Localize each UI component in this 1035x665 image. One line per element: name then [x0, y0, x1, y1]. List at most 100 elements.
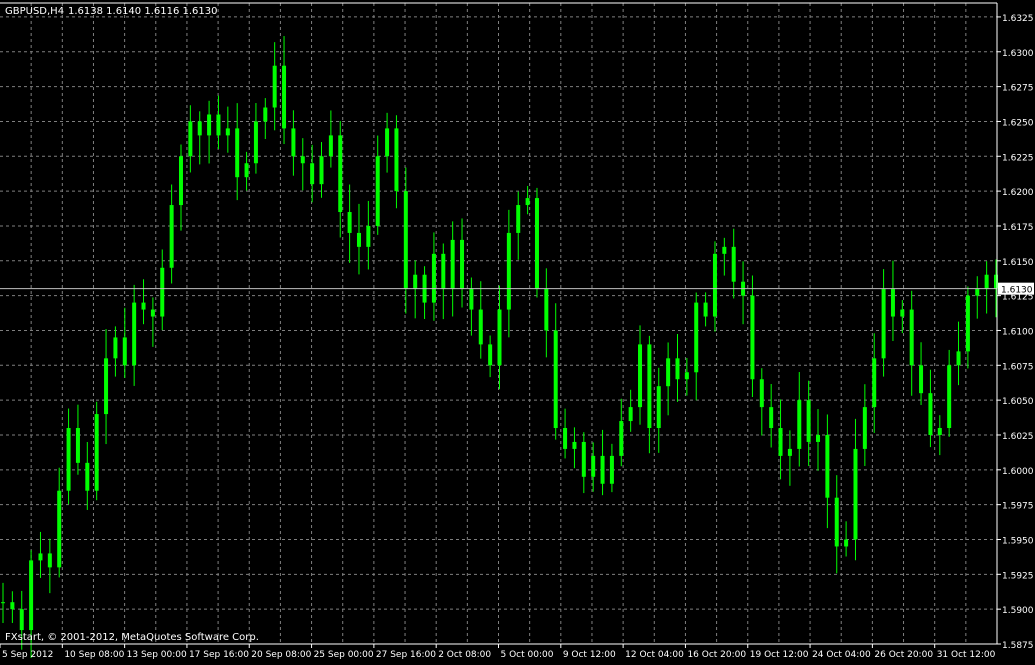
candle-body [431, 253, 436, 303]
price-tick-label: 1.6000 [1002, 467, 1034, 477]
candle-body [909, 309, 914, 366]
candle-body [10, 602, 15, 610]
candle-body [469, 288, 474, 310]
candle-body [844, 539, 849, 547]
price-tick-label: 1.6200 [1002, 188, 1034, 198]
candle-body [638, 344, 643, 408]
price-chart[interactable]: 1.6130 1.6325 1.6300 1.6275 1.6250 1.6225 1.6… [0, 0, 1035, 661]
candle-body [544, 288, 549, 331]
price-tick-label: 1.5900 [1002, 606, 1034, 616]
time-tick-label: 16 Oct 20:00 [687, 650, 746, 660]
price-tick-label: 1.6175 [1002, 223, 1034, 233]
symbol-label: GBPUSD,H4 [5, 6, 64, 17]
time-tick-label: 20 Sep 08:00 [251, 650, 311, 660]
time-tick-label: 5 Sep 2012 [2, 650, 53, 660]
candle-body [712, 253, 717, 317]
candle-body [385, 128, 390, 157]
price-tick-label: 1.5925 [1002, 571, 1034, 581]
candle-body [928, 393, 933, 435]
candle-body [553, 330, 558, 429]
candle-body [441, 253, 446, 289]
candle-body [534, 198, 539, 289]
candle-body [291, 128, 296, 157]
candle-body [85, 462, 90, 491]
candle-body [816, 434, 821, 442]
time-tick-label: 13 Sep 00:00 [127, 650, 187, 660]
candle-body [572, 441, 577, 449]
candle-body [122, 337, 127, 366]
candle-body [19, 609, 24, 631]
time-tick-label: 17 Sep 16:00 [189, 650, 249, 660]
candle-body [1, 602, 5, 604]
candle-body [188, 121, 193, 157]
price-tick-label: 1.6300 [1002, 49, 1034, 59]
candle-body [694, 302, 699, 373]
price-tick-label: 1.5875 [1002, 641, 1034, 651]
candle-body [197, 121, 202, 136]
candle-body [47, 553, 52, 568]
time-tick-label: 5 Oct 00:00 [501, 650, 554, 660]
ohlc-label: 1.6138 1.6140 1.6116 1.6130 [68, 6, 218, 17]
candle-body [366, 225, 371, 247]
candle-body [375, 156, 380, 226]
candle-body [722, 246, 727, 254]
price-tick-label: 1.6275 [1002, 84, 1034, 94]
candle-body [328, 135, 333, 157]
time-tick-label: 26 Oct 20:00 [874, 650, 933, 660]
candle-body [778, 428, 783, 456]
candle-body [497, 309, 502, 366]
candle-body [272, 65, 277, 108]
candle-body [684, 372, 689, 380]
candle-body [984, 274, 989, 289]
candle-body [216, 114, 221, 136]
candle-body [66, 428, 71, 491]
candle-body [253, 121, 258, 164]
candle-body [169, 205, 174, 268]
time-tick-label: 31 Oct 12:00 [937, 650, 996, 660]
chart-svg[interactable]: 1.6130 1.63251.63001.62751.62501.62251.6… [0, 0, 1035, 661]
candle-body [965, 295, 970, 352]
candle-body [881, 288, 886, 359]
candle-body [356, 232, 361, 247]
candle-body [769, 407, 774, 429]
candle [94, 401, 99, 501]
candle-body [525, 198, 530, 206]
price-tick-label: 1.6150 [1002, 258, 1034, 268]
candle-body [609, 455, 614, 484]
candle-body [488, 344, 493, 366]
candle-body [57, 490, 62, 568]
price-tick-label: 1.5950 [1002, 536, 1034, 546]
candle-body [647, 344, 652, 429]
candle-body [787, 448, 792, 456]
price-tick-label: 1.6075 [1002, 362, 1034, 372]
candle-body [900, 309, 905, 317]
candle-body [890, 288, 895, 317]
candle-body [656, 386, 661, 429]
candle-body [937, 428, 942, 435]
copyright-text: FXstart, © 2001-2012, MetaQuotes Softwar… [5, 632, 259, 643]
candle-body [263, 107, 268, 122]
candle [534, 187, 539, 298]
price-tick-label: 1.5975 [1002, 502, 1034, 512]
candle-body [619, 421, 624, 456]
candle-body [450, 239, 455, 289]
price-tick-label: 1.6250 [1002, 118, 1034, 128]
time-tick-label: 9 Oct 12:00 [563, 650, 616, 660]
candle-body [731, 246, 736, 282]
time-tick-label: 2 Oct 08:00 [438, 650, 491, 660]
time-tick-label: 27 Sep 16:00 [376, 650, 436, 660]
candle-body [94, 414, 99, 491]
candle-body [75, 428, 80, 463]
candle-body [478, 309, 483, 345]
candle-body [703, 302, 708, 317]
candle-body [581, 441, 586, 477]
time-tick-label: 25 Sep 00:00 [314, 650, 374, 660]
candle-body [591, 455, 596, 477]
price-tick-label: 1.6050 [1002, 397, 1034, 407]
candle-body [160, 267, 165, 317]
candle-body [338, 135, 343, 213]
candle-body [225, 128, 230, 136]
candle-body [759, 379, 764, 408]
price-tick-label: 1.6025 [1002, 432, 1034, 442]
time-tick-label: 24 Oct 04:00 [812, 650, 871, 660]
